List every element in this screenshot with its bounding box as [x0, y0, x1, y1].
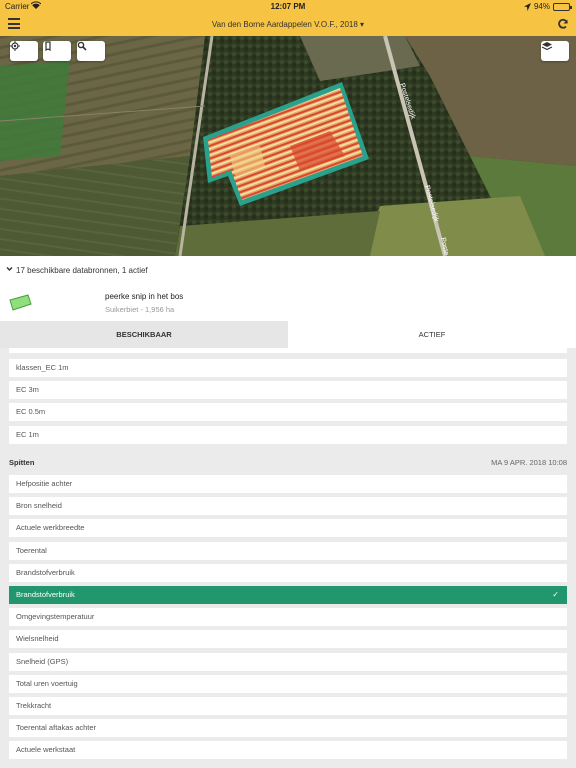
list-item-label: Toerental aftakas achter	[16, 723, 97, 733]
field-info[interactable]: peerke snip in het bos Suikerbiet - 1,95…	[0, 284, 576, 321]
list-item[interactable]: Toerental	[9, 541, 567, 560]
list-item[interactable]: Snelheid (GPS)	[9, 652, 567, 671]
list-item-label: Omgevingstemperatuur	[16, 612, 95, 622]
data-source-list[interactable]: klassen_EC 1m EC 3m EC 0.5m EC 1m Spitten MA …	[0, 348, 576, 768]
battery-percent: 94%	[533, 2, 550, 11]
field-icon	[45, 41, 51, 51]
field-shape-icon	[9, 294, 32, 311]
list-item[interactable]: Actuele werkstaat	[9, 741, 567, 760]
list-item-label: Wielsnelheid	[16, 634, 59, 644]
list-item-label: Trekkracht	[16, 701, 52, 710]
list-item[interactable]: Trekkracht	[9, 697, 567, 715]
tab-bar: BESCHIKBAAR ACTIEF	[0, 321, 576, 348]
data-sources-toggle[interactable]: 17 beschikbare databronnen, 1 actief	[0, 256, 576, 284]
list-item[interactable]: Bron snelheid	[9, 497, 567, 516]
checkmark-icon: ✓	[552, 590, 559, 599]
status-time: 12:07 PM	[270, 2, 306, 11]
list-item[interactable]: Hefpositie achter	[9, 475, 567, 493]
group-name: Spitten	[9, 458, 35, 467]
chevron-down-icon	[6, 267, 13, 271]
list-item[interactable]: EC 1m	[9, 425, 567, 444]
list-item[interactable]: Total uren voertuig	[9, 674, 567, 693]
list-item-label: Brandstofverbruik	[16, 590, 75, 599]
group-date: MA 9 APR. 2018 10:08	[491, 458, 567, 467]
list-item[interactable]: Wielsnelheid	[9, 630, 567, 649]
locate-button[interactable]	[10, 41, 38, 61]
satellite-map[interactable]: Postelsedijk Postelsedijk Poste	[0, 36, 576, 256]
list-item-label: Total uren voertuig	[16, 678, 78, 688]
page-title[interactable]: Van den Borne Aardappelen V.O.F., 2018 ▾	[0, 20, 576, 29]
search-icon	[77, 41, 87, 51]
search-button[interactable]	[77, 41, 105, 61]
list-item[interactable]: EC 0.5m	[9, 403, 567, 422]
map-image: Postelsedijk Postelsedijk Poste	[0, 36, 576, 256]
field-subtitle: Suikerbiet - 1,956 ha	[105, 305, 175, 314]
field-name: peerke snip in het bos	[105, 292, 184, 301]
list-item-label: Brandstofverbruik	[16, 567, 75, 577]
list-item[interactable]: Brandstofverbruik	[9, 563, 567, 582]
list-item[interactable]: Toerental aftakas achter	[9, 719, 567, 738]
list-item-selected[interactable]: Brandstofverbruik ✓	[9, 586, 567, 604]
layers-button[interactable]	[541, 41, 569, 61]
list-item-label: Actuele werkstaat	[16, 745, 76, 755]
list-item-label: Toerental	[16, 545, 47, 555]
nav-bar: Van den Borne Aardappelen V.O.F., 2018 ▾	[0, 14, 576, 36]
field-button[interactable]	[43, 41, 71, 61]
list-item[interactable]: klassen_EC 1m	[9, 359, 567, 377]
layers-icon	[541, 42, 553, 51]
list-item-label: Snelheid (GPS)	[16, 656, 69, 666]
list-item-label: Hefpositie achter	[16, 479, 73, 488]
status-bar: Carrier 12:07 PM 94%	[0, 0, 576, 12]
list-item[interactable]: EC 3m	[9, 381, 567, 400]
tab-active[interactable]: ACTIEF	[288, 321, 576, 348]
battery-icon	[553, 2, 572, 11]
data-sources-label: 17 beschikbare databronnen, 1 actief	[16, 266, 148, 275]
list-item-partial	[9, 348, 567, 353]
location-arrow-icon	[523, 2, 531, 11]
refresh-icon[interactable]	[557, 18, 569, 30]
list-item-label: Bron snelheid	[16, 501, 62, 511]
locate-icon	[10, 41, 20, 51]
top-bar: Carrier 12:07 PM 94% Van den Borne Aarda…	[0, 0, 576, 36]
tab-available[interactable]: BESCHIKBAAR	[0, 321, 288, 348]
list-item-label: Actuele werkbreedte	[16, 523, 85, 533]
list-item[interactable]: Omgevingstemperatuur	[9, 608, 567, 627]
list-item[interactable]: Actuele werkbreedte	[9, 519, 567, 538]
